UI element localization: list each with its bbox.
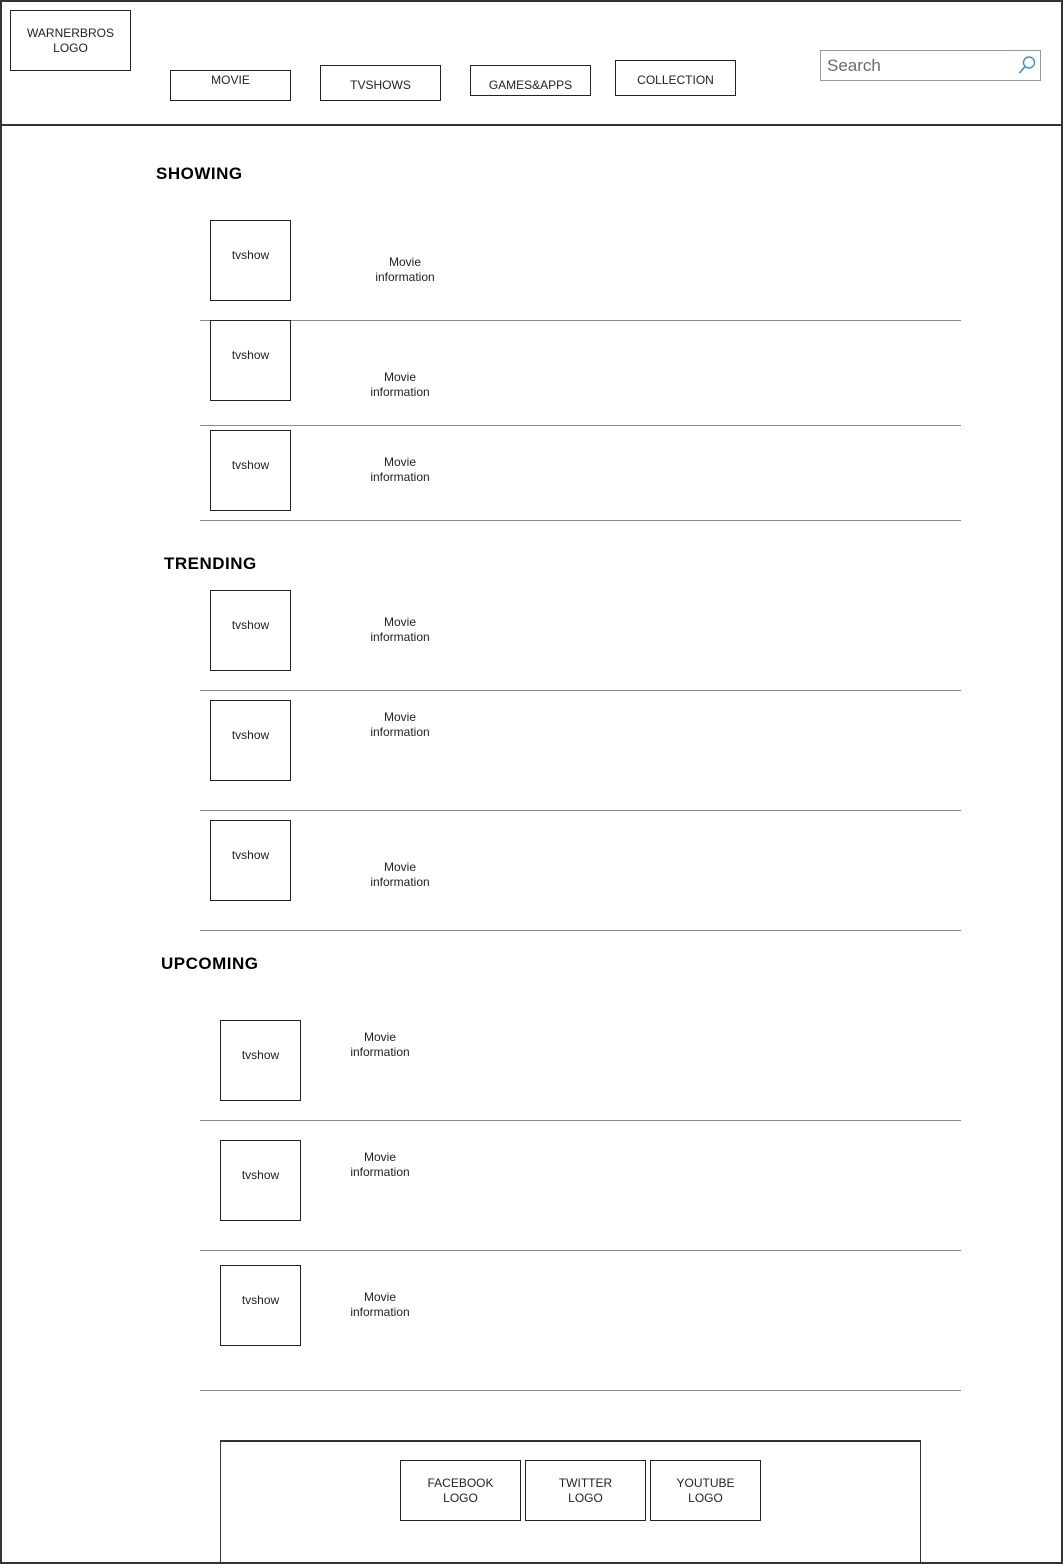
tvshow-label: tvshow: [231, 848, 270, 862]
movie-information-line-2: information: [370, 385, 430, 399]
nav-collection-button[interactable]: COLLECTION: [615, 60, 736, 96]
movie-information: Movie information: [335, 1150, 425, 1180]
twitter-logo[interactable]: TWITTER LOGO: [525, 1460, 646, 1521]
search-input[interactable]: [825, 54, 1014, 78]
movie-information: Movie information: [355, 710, 445, 740]
movie-information-line-2: information: [370, 725, 430, 739]
movie-information-line-1: Movie: [383, 710, 416, 724]
tvshow-label: tvshow: [231, 618, 270, 632]
movie-information-line-1: Movie: [383, 455, 416, 469]
row-divider: [200, 320, 961, 321]
tvshow-thumbnail[interactable]: tvshow: [210, 820, 291, 901]
tvshow-label: tvshow: [231, 728, 270, 742]
nav-movie-label: MOVIE: [211, 73, 250, 87]
facebook-logo-line-2: LOGO: [443, 1490, 478, 1505]
movie-information-line-2: information: [350, 1165, 410, 1179]
row-divider: [200, 810, 961, 811]
search-box: [820, 50, 1041, 81]
twitter-logo-line-2: LOGO: [568, 1490, 603, 1505]
tvshow-thumbnail[interactable]: tvshow: [210, 220, 291, 301]
logo-line-2: LOGO: [53, 40, 88, 55]
tvshow-label: tvshow: [231, 348, 270, 362]
facebook-logo[interactable]: FACEBOOK LOGO: [400, 1460, 521, 1521]
twitter-logo-line-1: TWITTER: [558, 1475, 613, 1490]
row-divider: [200, 1120, 961, 1121]
section-title-upcoming: UPCOMING: [161, 954, 259, 973]
movie-information: Movie information: [335, 1030, 425, 1060]
movie-information: Movie information: [335, 1290, 425, 1320]
movie-information-line-1: Movie: [388, 255, 421, 269]
movie-information-line-1: Movie: [363, 1290, 396, 1304]
tvshow-label: tvshow: [231, 248, 270, 262]
nav-movie-button[interactable]: MOVIE: [170, 70, 291, 101]
page-frame: [0, 0, 1063, 1564]
movie-information: Movie information: [355, 860, 445, 890]
movie-information-line-1: Movie: [383, 615, 416, 629]
logo-line-1: WARNERBROS: [27, 25, 114, 40]
tvshow-thumbnail[interactable]: tvshow: [210, 700, 291, 781]
movie-information-line-2: information: [375, 270, 435, 284]
movie-information-line-2: information: [370, 470, 430, 484]
tvshow-thumbnail[interactable]: tvshow: [210, 320, 291, 401]
nav-tvshows-button[interactable]: TVSHOWS: [320, 65, 441, 101]
tvshow-label: tvshow: [241, 1048, 280, 1062]
movie-information: Movie information: [355, 615, 445, 645]
tvshow-thumbnail[interactable]: tvshow: [210, 430, 291, 511]
row-divider: [200, 1390, 961, 1391]
warnerbros-logo[interactable]: WARNERBROS LOGO: [10, 10, 131, 71]
movie-information-line-1: Movie: [363, 1150, 396, 1164]
tvshow-label: tvshow: [241, 1293, 280, 1307]
tvshow-label: tvshow: [231, 458, 270, 472]
movie-information-line-2: information: [350, 1045, 410, 1059]
row-divider: [200, 425, 961, 426]
nav-games-apps-button[interactable]: GAMES&APPS: [470, 65, 591, 96]
movie-information-line-1: Movie: [383, 860, 416, 874]
header-divider: [0, 124, 1063, 127]
nav-collection-label: COLLECTION: [637, 73, 714, 87]
tvshow-thumbnail[interactable]: tvshow: [220, 1140, 301, 1221]
tvshow-thumbnail[interactable]: tvshow: [210, 590, 291, 671]
movie-information: Movie information: [360, 255, 450, 285]
tvshow-thumbnail[interactable]: tvshow: [220, 1265, 301, 1346]
row-divider: [200, 690, 961, 691]
facebook-logo-line-1: FACEBOOK: [427, 1475, 494, 1490]
movie-information-line-2: information: [350, 1305, 410, 1319]
tvshow-label: tvshow: [241, 1168, 280, 1182]
movie-information-line-2: information: [370, 630, 430, 644]
search-icon[interactable]: [1017, 55, 1037, 75]
movie-information-line-1: Movie: [383, 370, 416, 384]
row-divider: [200, 1250, 961, 1251]
tvshow-thumbnail[interactable]: tvshow: [220, 1020, 301, 1101]
youtube-logo-line-1: YOUTUBE: [676, 1475, 735, 1490]
nav-games-apps-label: GAMES&APPS: [488, 78, 573, 92]
youtube-logo[interactable]: YOUTUBE LOGO: [650, 1460, 761, 1521]
movie-information: Movie information: [355, 455, 445, 485]
movie-information-line-1: Movie: [363, 1030, 396, 1044]
section-title-trending: TRENDING: [164, 554, 257, 573]
movie-information: Movie information: [355, 370, 445, 400]
row-divider: [200, 520, 961, 521]
nav-tvshows-label: TVSHOWS: [350, 78, 411, 92]
movie-information-line-2: information: [370, 875, 430, 889]
row-divider: [200, 930, 961, 931]
section-title-showing: SHOWING: [156, 164, 243, 183]
youtube-logo-line-2: LOGO: [688, 1490, 723, 1505]
